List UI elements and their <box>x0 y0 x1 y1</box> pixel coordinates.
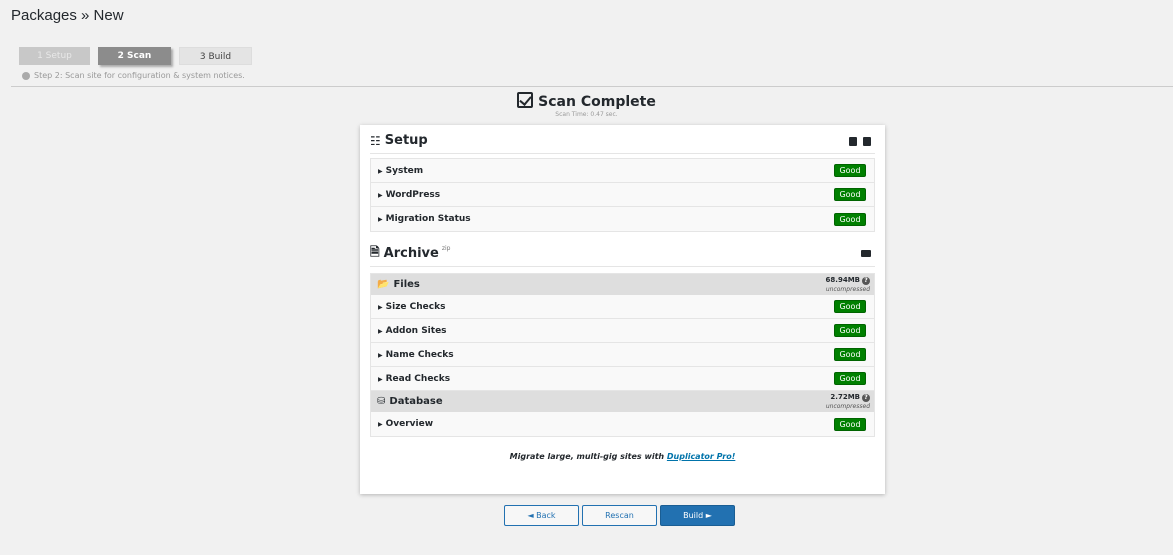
caret-right-icon: ▶ <box>378 303 383 311</box>
scan-time: Scan Time: 0.47 sec. <box>555 111 618 118</box>
page-title: Packages » New <box>11 7 124 24</box>
database-size-value: 2.72MB <box>830 393 860 401</box>
step-scan[interactable]: 2 Scan <box>98 47 171 65</box>
setup-checks: ▶ System Good ▶ WordPress Good ▶ Migration … <box>370 158 875 232</box>
caret-right-icon: ▶ <box>378 351 383 359</box>
step-progress: 1 Setup 2 Scan 3 Build <box>19 47 260 65</box>
step-note: Step 2: Scan site for configuration & sy… <box>22 71 245 80</box>
scan-title: Scan Complete <box>0 92 1173 110</box>
caret-right-icon: ▶ <box>378 191 383 199</box>
check-label: WordPress <box>385 189 441 200</box>
archive-title: Archive <box>383 246 439 261</box>
check-row-overview[interactable]: ▶ Overview Good <box>371 412 874 436</box>
check-row-name-checks[interactable]: ▶ Name Checks Good <box>371 343 874 367</box>
build-button[interactable]: Build ► <box>660 505 735 526</box>
step-build[interactable]: 3 Build <box>179 47 252 65</box>
caret-right-icon: ▶ <box>378 375 383 383</box>
database-size: 2.72MB? uncompressed <box>826 393 870 410</box>
database-icon: ⛁ <box>377 396 386 407</box>
status-badge: Good <box>834 348 866 361</box>
check-row-migration-status[interactable]: ▶ Migration Status Good <box>371 207 874 231</box>
toggle-icon[interactable] <box>849 137 857 146</box>
status-badge: Good <box>834 372 866 385</box>
duplicator-pro-link[interactable]: Duplicator Pro! <box>667 452 735 461</box>
help-icon[interactable]: ? <box>862 394 870 402</box>
archive-type-tag: zip <box>441 245 451 252</box>
database-size-note: uncompressed <box>825 403 870 410</box>
check-label: Overview <box>385 419 434 429</box>
check-label: Name Checks <box>385 349 454 360</box>
files-size: 68.94MB? uncompressed <box>826 276 870 293</box>
archive-file-icon: 🗎 <box>370 245 380 259</box>
step-note-text: Step 2: Scan site for configuration & sy… <box>34 71 245 80</box>
check-label: System <box>385 165 424 176</box>
status-badge: Good <box>834 188 866 201</box>
file-icon[interactable] <box>863 137 871 146</box>
files-title: Files <box>393 279 420 290</box>
database-group-header: ⛁ Database 2.72MB? uncompressed <box>371 391 874 412</box>
check-row-addon-sites[interactable]: ▶ Addon Sites Good <box>371 319 874 343</box>
promo-message: Migrate large, multi-gig sites with Dupl… <box>360 452 885 461</box>
files-size-note: uncompressed <box>825 286 870 293</box>
check-row-read-checks[interactable]: ▶ Read Checks Good <box>371 367 874 391</box>
check-label: Addon Sites <box>385 325 447 336</box>
setup-title: Setup <box>384 133 428 148</box>
archive-section-header: 🗎 Archive zip <box>370 241 875 267</box>
check-row-system[interactable]: ▶ System Good <box>371 159 874 183</box>
check-label: Read Checks <box>385 373 451 384</box>
files-group-header: 📂 Files 68.94MB? uncompressed <box>371 274 874 295</box>
check-label: Size Checks <box>385 301 446 312</box>
check-row-wordpress[interactable]: ▶ WordPress Good <box>371 183 874 207</box>
step-setup[interactable]: 1 Setup <box>19 47 90 65</box>
promo-text: Migrate large, multi-gig sites with <box>509 452 667 461</box>
archive-checks: 📂 Files 68.94MB? uncompressed ▶ Size Check… <box>370 273 875 437</box>
database-title: Database <box>389 396 443 407</box>
checkbox-checked-icon <box>517 92 534 108</box>
caret-right-icon: ▶ <box>378 167 383 175</box>
wordpress-icon <box>22 71 30 80</box>
caret-right-icon: ▶ <box>378 421 383 428</box>
window-icon[interactable] <box>861 250 871 257</box>
check-row-size-checks[interactable]: ▶ Size Checks Good <box>371 295 874 319</box>
status-badge: Good <box>834 212 866 226</box>
setup-section-header: ☷ Setup <box>370 128 875 154</box>
status-badge: Good <box>834 300 866 313</box>
status-badge: Good <box>834 324 866 337</box>
action-buttons: ◄ Back Rescan Build ► <box>504 505 735 526</box>
rescan-button[interactable]: Rescan <box>582 505 657 526</box>
files-size-value: 68.94MB <box>825 276 860 284</box>
caret-right-icon: ▶ <box>378 216 383 223</box>
scan-results-panel: ☷ Setup ▶ System Good ▶ WordPress Good ▶ Mi… <box>360 125 885 494</box>
status-badge: Good <box>834 417 866 431</box>
scan-title-text: Scan Complete <box>538 94 656 110</box>
back-button[interactable]: ◄ Back <box>504 505 579 526</box>
help-icon[interactable]: ? <box>862 277 870 285</box>
divider <box>11 86 1173 87</box>
status-badge: Good <box>834 164 866 177</box>
folder-open-icon: 📂 <box>377 279 390 290</box>
tasks-icon: ☷ <box>370 133 381 148</box>
caret-right-icon: ▶ <box>378 327 383 335</box>
check-label: Migration Status <box>385 214 471 224</box>
